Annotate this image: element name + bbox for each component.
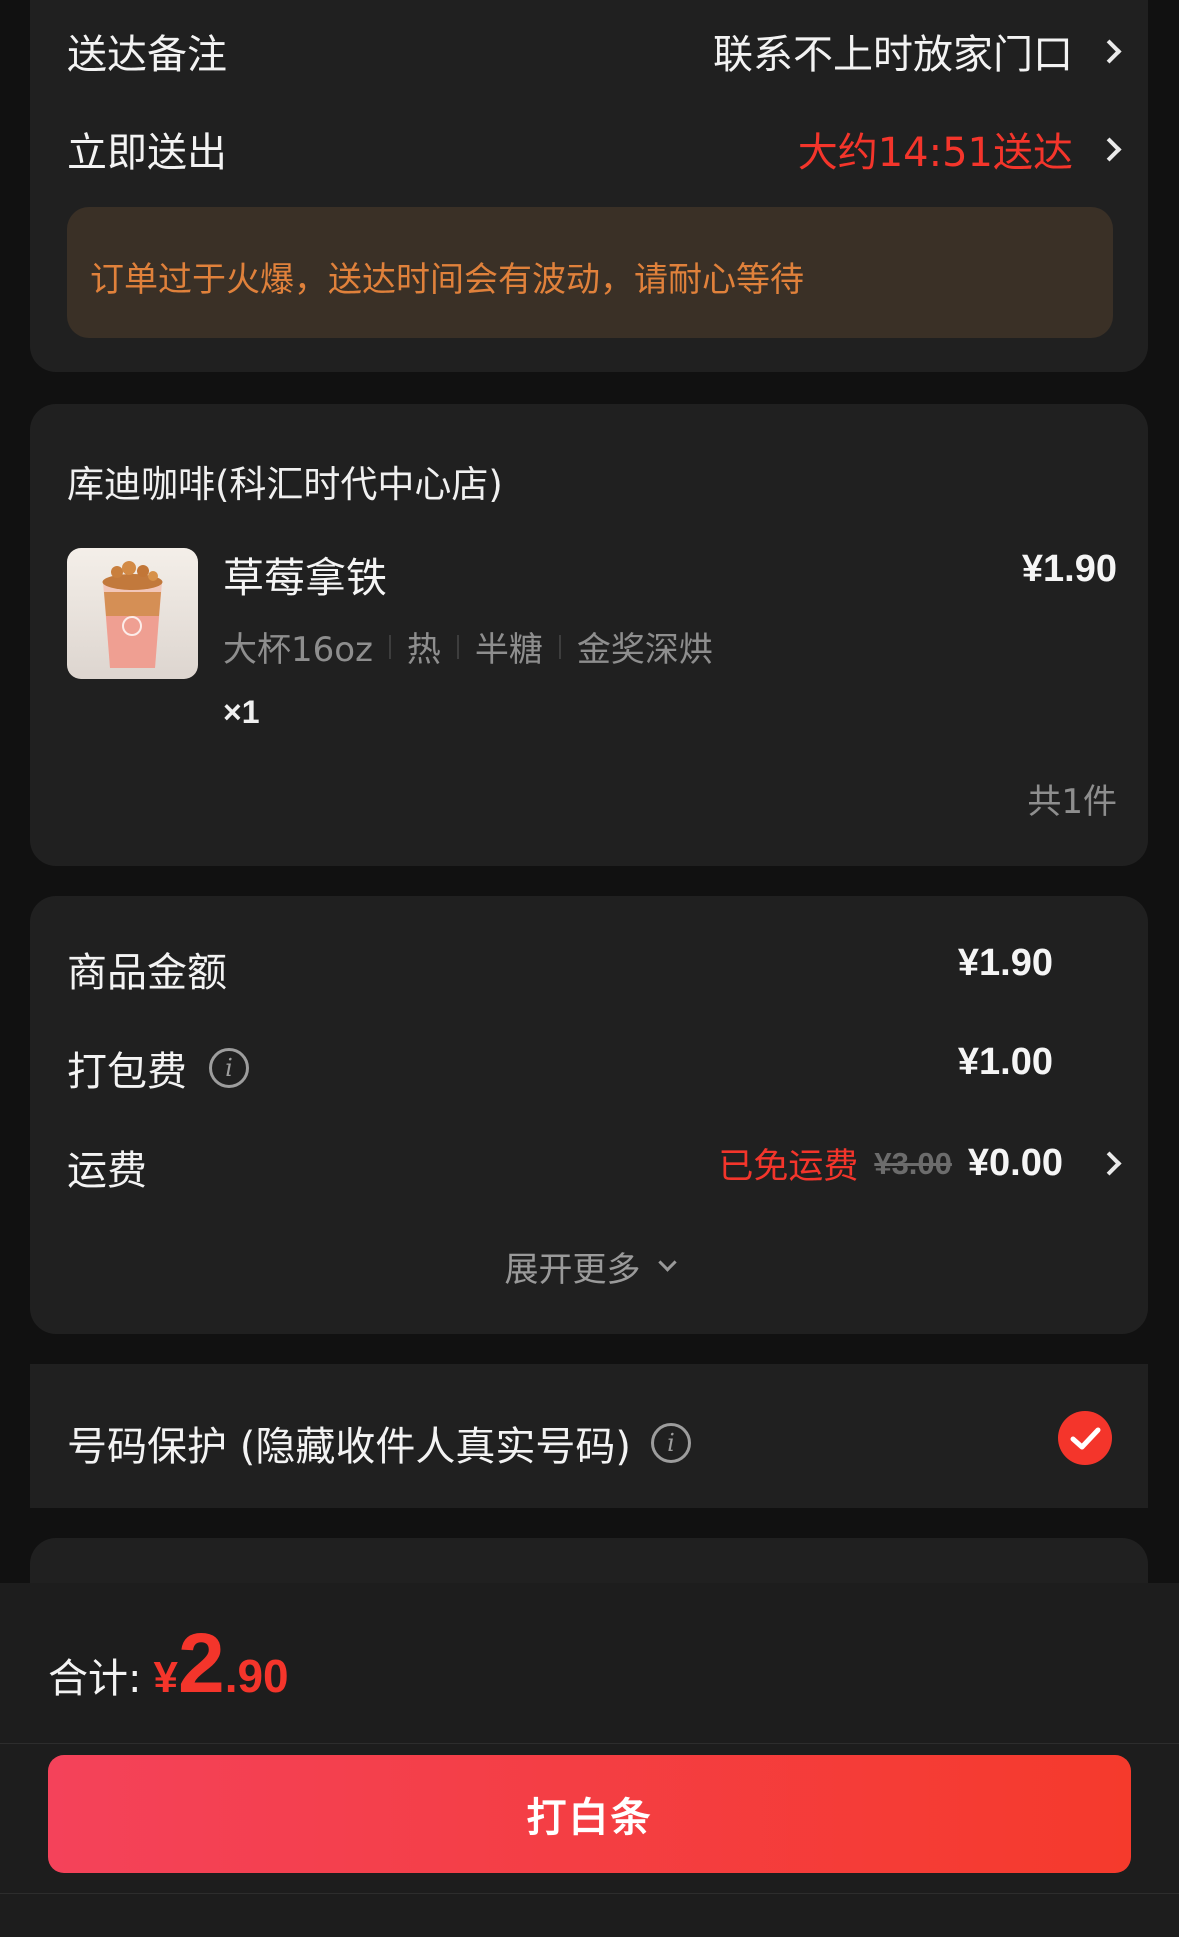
- chevron-down-icon: [657, 1253, 677, 1272]
- shipping-fee-row[interactable]: 已免运费 ¥3.00 ¥0.00: [718, 1138, 1122, 1189]
- packing-fee-value: ¥1.00: [957, 1041, 1053, 1083]
- privacy-card: 号码保护 (隐藏收件人真实号码) i: [30, 1364, 1148, 1508]
- info-icon[interactable]: i: [209, 1048, 249, 1088]
- store-name: 库迪咖啡(科汇时代中心店): [67, 463, 503, 506]
- delivery-time-label: 立即送出: [67, 130, 227, 176]
- delivery-card: 送达备注 联系不上时放家门口 立即送出 大约14:51送达 订单过于火爆，送达时…: [30, 0, 1148, 372]
- latte-cup-image: [102, 561, 163, 668]
- chevron-right-icon: [1097, 136, 1122, 162]
- shipping-free-tag: 已免运费: [718, 1147, 859, 1187]
- shipping-fee-label: 运费: [67, 1148, 147, 1194]
- total-amount-decimal: .90: [224, 1650, 289, 1702]
- goods-amount-label: 商品金额: [67, 950, 227, 996]
- spec-divider: [388, 634, 391, 659]
- spec-temperature: 热: [406, 630, 441, 670]
- expand-more-label: 展开更多: [504, 1250, 641, 1290]
- delivery-note-label: 送达备注: [67, 32, 227, 78]
- delivery-note-value: 联系不上时放家门口: [713, 32, 1073, 78]
- shipping-fee-value: ¥0.00: [967, 1142, 1063, 1184]
- store-card: 库迪咖啡(科汇时代中心店) 草莓拿铁 ¥1.90 大杯16oz 热 半糖 金奖深…: [30, 404, 1148, 866]
- footer-bottom-divider: [0, 1893, 1179, 1894]
- total-amount-integer: 2: [177, 1616, 225, 1710]
- total-row: 合计: ¥ 2 .90: [48, 1621, 289, 1705]
- product-quantity: ×1: [223, 694, 260, 730]
- delivery-time-row[interactable]: 大约14:51送达: [797, 120, 1122, 178]
- chevron-right-icon: [1097, 38, 1122, 64]
- submit-button[interactable]: 打白条: [48, 1755, 1131, 1873]
- product-price: ¥1.90: [1021, 548, 1117, 590]
- fees-card: 商品金额 ¥1.90 打包费 i ¥1.00 运费 已免运费 ¥3.00 ¥0.…: [30, 896, 1148, 1334]
- packing-fee-row: 打包费 i: [67, 1039, 249, 1097]
- product-specs: 大杯16oz 热 半糖 金奖深烘: [223, 622, 713, 671]
- chevron-right-icon: [1097, 1151, 1122, 1176]
- delivery-warning: 订单过于火爆，送达时间会有波动，请耐心等待: [67, 207, 1113, 338]
- shipping-original-price: ¥3.00: [874, 1145, 952, 1181]
- total-currency: ¥: [153, 1653, 178, 1702]
- spec-roast: 金奖深烘: [576, 630, 713, 670]
- privacy-row: 号码保护 (隐藏收件人真实号码) i: [67, 1414, 691, 1472]
- spec-sugar: 半糖: [474, 630, 543, 670]
- packing-fee-label: 打包费: [67, 1049, 187, 1095]
- checkmark-icon: [1070, 1427, 1101, 1450]
- info-icon[interactable]: i: [650, 1423, 691, 1463]
- delivery-note-row[interactable]: 联系不上时放家门口: [713, 22, 1122, 80]
- goods-amount-value: ¥1.90: [957, 942, 1053, 984]
- privacy-label: 号码保护 (隐藏收件人真实号码): [67, 1424, 631, 1470]
- product-name: 草莓拿铁: [223, 554, 387, 602]
- item-total-count: 共1件: [1027, 782, 1117, 822]
- delivery-warning-text: 订单过于火爆，送达时间会有波动，请耐心等待: [90, 260, 804, 300]
- expand-more-button[interactable]: 展开更多: [30, 1242, 1148, 1291]
- footer-divider: [0, 1743, 1179, 1744]
- privacy-checkbox[interactable]: [1058, 1411, 1112, 1465]
- submit-button-label: 打白条: [526, 1795, 653, 1841]
- checkout-footer: 合计: ¥ 2 .90 打白条: [0, 1583, 1179, 1937]
- total-label: 合计:: [48, 1656, 142, 1702]
- delivery-time-value: 大约14:51送达: [797, 130, 1073, 176]
- spec-size: 大杯16oz: [223, 630, 373, 670]
- spec-divider: [558, 634, 561, 659]
- product-thumbnail: [67, 548, 198, 679]
- spec-divider: [456, 634, 459, 659]
